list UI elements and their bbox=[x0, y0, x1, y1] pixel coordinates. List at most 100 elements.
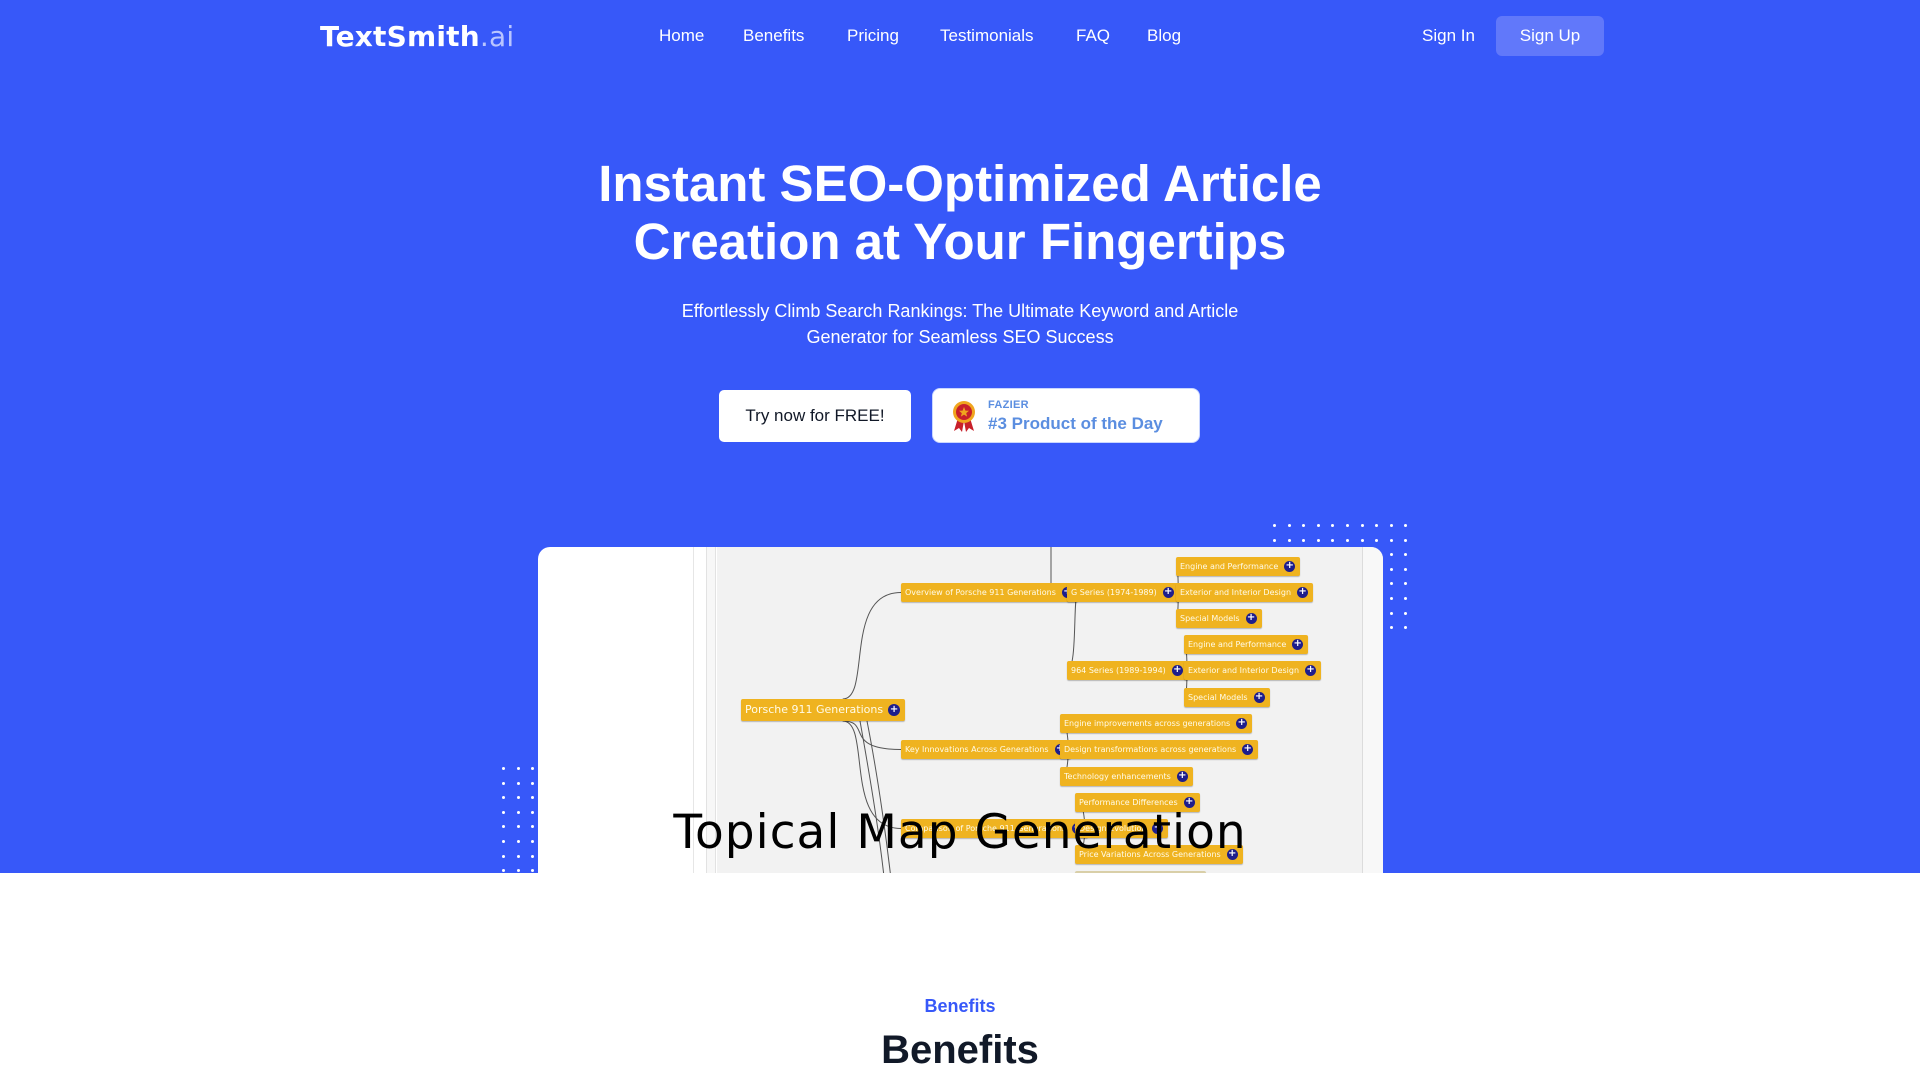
dot bbox=[502, 781, 505, 785]
dot bbox=[531, 767, 535, 770]
mind-map-node[interactable]: Technology enhancements + bbox=[1060, 767, 1193, 786]
fazier-badge[interactable]: FAZIER #3 Product of the Day bbox=[932, 388, 1200, 443]
node-label: Key Innovations Across Generations bbox=[905, 745, 1049, 754]
benefits-eyebrow: Benefits bbox=[924, 996, 996, 1016]
nav-link-benefits[interactable]: Benefits bbox=[743, 26, 804, 46]
dot bbox=[531, 796, 535, 800]
dot bbox=[1389, 567, 1393, 571]
node-label: Engine and Performance bbox=[1188, 640, 1287, 649]
logo[interactable]: TextSmith.ai bbox=[320, 20, 514, 53]
node-label: Overview of Porsche 911 Generations bbox=[905, 588, 1056, 597]
node-label: Special Models bbox=[1188, 693, 1248, 702]
dot bbox=[1404, 567, 1408, 571]
mind-map-node[interactable]: 964 Series (1989-1994) + bbox=[1067, 661, 1188, 680]
mind-map-node[interactable]: Engine and Performance + bbox=[1184, 635, 1309, 654]
plus-circle-icon[interactable]: + bbox=[1162, 587, 1174, 598]
plus-circle-icon[interactable]: + bbox=[1236, 718, 1248, 729]
mind-map-node[interactable]: G Series (1974-1989) + bbox=[1067, 583, 1179, 602]
node-label: Exterior and Interior Design bbox=[1180, 588, 1292, 597]
sign-up-button[interactable]: Sign Up bbox=[1496, 16, 1604, 56]
dot bbox=[531, 869, 535, 873]
dot bbox=[1389, 611, 1393, 615]
plus-circle-icon[interactable]: + bbox=[1253, 692, 1265, 703]
dot bbox=[1404, 611, 1408, 615]
dot bbox=[1273, 538, 1276, 542]
medal-icon bbox=[953, 401, 975, 432]
dot bbox=[1404, 524, 1408, 527]
try-free-button[interactable]: Try now for FREE! bbox=[719, 390, 911, 442]
hero-title-line2: Creation at Your Fingertips bbox=[633, 213, 1287, 270]
plus-circle-icon[interactable]: + bbox=[888, 704, 901, 716]
dot bbox=[1302, 538, 1306, 542]
dot bbox=[502, 767, 505, 770]
mind-map-node[interactable]: Engine and Performance + bbox=[1176, 557, 1301, 576]
dot bbox=[1360, 538, 1364, 542]
dot bbox=[1389, 626, 1393, 630]
dot bbox=[1375, 524, 1379, 527]
plus-circle-icon[interactable]: + bbox=[1176, 771, 1188, 782]
dot bbox=[1316, 524, 1320, 527]
mind-map-node[interactable]: Key Innovations Across Generations+ bbox=[901, 740, 1071, 759]
nav-link-blog[interactable]: Blog bbox=[1147, 26, 1181, 46]
connector-line bbox=[842, 592, 902, 700]
mind-map-node[interactable]: Special Models + bbox=[1184, 688, 1270, 707]
dot bbox=[516, 781, 520, 785]
dot bbox=[1389, 597, 1393, 600]
dot bbox=[1404, 597, 1408, 600]
dot bbox=[531, 781, 535, 785]
connector-line bbox=[1066, 592, 1079, 671]
showcase-caption: Topical Map Generation bbox=[673, 805, 1247, 860]
node-label: Porsche 911 Generations bbox=[745, 703, 884, 716]
node-label: Design transformations across generation… bbox=[1064, 745, 1237, 754]
nav-link-testimonials[interactable]: Testimonials bbox=[940, 26, 1034, 46]
benefits-title: Benefits bbox=[881, 1028, 1039, 1072]
nav-link-pricing[interactable]: Pricing bbox=[847, 26, 899, 46]
hero-title: Instant SEO-Optimized Article Creation a… bbox=[460, 155, 1460, 271]
mind-map-node[interactable]: Design transformations across generation… bbox=[1060, 740, 1259, 759]
mind-map-node[interactable]: Exterior and Interior Design + bbox=[1184, 661, 1322, 680]
dot bbox=[1331, 538, 1335, 542]
dot bbox=[1389, 538, 1393, 542]
dot bbox=[516, 796, 520, 800]
node-label: Engine improvements across generations bbox=[1064, 719, 1231, 728]
dot bbox=[516, 767, 520, 770]
mind-map-node-partial bbox=[1075, 871, 1206, 873]
mind-map-node[interactable]: Overview of Porsche 911 Generations+ bbox=[901, 583, 1078, 602]
plus-circle-icon[interactable]: + bbox=[1292, 639, 1304, 650]
hero-subtitle-line2: Generator for Seamless SEO Success bbox=[806, 327, 1114, 347]
plus-circle-icon[interactable]: + bbox=[1171, 665, 1183, 676]
mind-map-node[interactable]: Special Models + bbox=[1176, 609, 1262, 628]
node-label: G Series (1974-1989) bbox=[1071, 588, 1157, 597]
mind-map-node[interactable]: Porsche 911 Generations + bbox=[741, 699, 906, 721]
dot bbox=[1404, 626, 1408, 630]
dot bbox=[502, 869, 505, 873]
nav-link-home[interactable]: Home bbox=[659, 26, 704, 46]
dot bbox=[1360, 524, 1364, 527]
dot bbox=[1389, 553, 1393, 557]
hero-subtitle-line1: Effortlessly Climb Search Rankings: The … bbox=[681, 301, 1239, 321]
sign-in-link[interactable]: Sign In bbox=[1422, 26, 1475, 46]
mind-map-node[interactable]: Engine improvements across generations + bbox=[1060, 714, 1253, 733]
logo-suffix: .ai bbox=[479, 20, 515, 53]
dot bbox=[1302, 524, 1306, 527]
node-label: 964 Series (1989-1994) bbox=[1071, 666, 1166, 675]
dot bbox=[1404, 553, 1408, 557]
nav-link-faq[interactable]: FAQ bbox=[1076, 26, 1110, 46]
plus-circle-icon[interactable]: + bbox=[1245, 613, 1257, 624]
dot bbox=[1389, 582, 1393, 586]
badge-source: FAZIER bbox=[988, 399, 1029, 411]
node-label: Technology enhancements bbox=[1064, 772, 1171, 781]
mind-map-node[interactable]: Exterior and Interior Design + bbox=[1176, 583, 1314, 602]
hero-subtitle: Effortlessly Climb Search Rankings: The … bbox=[620, 298, 1300, 350]
dot bbox=[1287, 538, 1291, 542]
plus-circle-icon[interactable]: + bbox=[1305, 665, 1317, 676]
logo-main: TextSmith bbox=[320, 20, 480, 53]
dot bbox=[502, 796, 505, 800]
plus-circle-icon[interactable]: + bbox=[1297, 587, 1309, 598]
dot bbox=[1375, 538, 1379, 542]
plus-circle-icon[interactable]: + bbox=[1284, 561, 1296, 572]
plus-circle-icon[interactable]: + bbox=[1242, 744, 1254, 755]
dot bbox=[1273, 524, 1276, 527]
dot bbox=[1316, 538, 1320, 542]
node-label: Special Models bbox=[1180, 614, 1240, 623]
